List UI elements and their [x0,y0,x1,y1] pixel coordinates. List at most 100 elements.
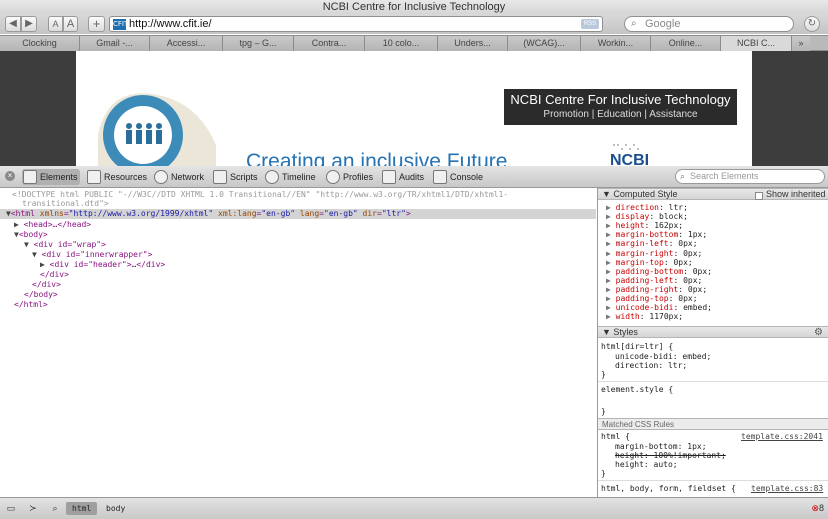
computed-property-row[interactable]: ▶ display: block; [606,212,688,221]
breadcrumb-html[interactable]: html [66,502,98,515]
tab-network[interactable]: Network [153,169,207,185]
html-node[interactable]: ▼<html xmlns="http://www.w3.org/1999/xht… [6,209,411,219]
wrap-node[interactable]: ▼ <div id="wrap"> [24,240,106,250]
rule-selector[interactable]: html, body, form, fieldset { [601,484,736,493]
computed-property-row[interactable]: ▶ margin-right: 0px; [606,249,702,258]
computed-property-row[interactable]: ▶ width: 1170px; [606,312,683,321]
show-inherited-checkbox[interactable] [755,192,763,200]
tab-audits[interactable]: Audits [381,169,427,185]
inspect-search-icon[interactable]: ⌕ [48,502,62,515]
tab-contra[interactable]: Contra... [294,36,365,51]
reload-button[interactable]: ↻ [804,16,820,32]
expand-triangle-icon[interactable]: ▶ [606,267,616,276]
stylesheet-link[interactable]: template.css:83 [751,484,823,493]
tab-unders[interactable]: Unders... [438,36,508,51]
computed-property-row[interactable]: ▶ unicode-bidi: embed; [606,303,712,312]
rule-property[interactable]: direction: ltr; [615,361,687,370]
tab-scripts[interactable]: Scripts [212,169,260,185]
expand-triangle-icon[interactable]: ▼ [24,240,29,249]
add-bookmark-button[interactable]: + [88,16,105,32]
error-count-value: 8 [818,503,824,513]
rule-selector[interactable]: html[dir=ltr] { [601,342,673,351]
text-bigger-button[interactable]: A [63,16,78,32]
div-close-tag[interactable]: </div> [40,270,69,280]
expand-triangle-icon[interactable]: ▶ [606,230,616,239]
expand-triangle-icon[interactable]: ▶ [606,239,616,248]
computed-property-row[interactable]: ▶ height: 162px; [606,221,683,230]
html-close-tag[interactable]: </html> [14,300,48,310]
computed-property-row[interactable]: ▶ margin-bottom: 1px; [606,230,707,239]
styles-header[interactable]: ▼ Styles ⚙ [598,326,828,338]
close-inspector-icon[interactable]: × [5,171,15,181]
tab-10-colo[interactable]: 10 colo... [365,36,438,51]
tab-network-label: Network [171,172,205,182]
computed-property-row[interactable]: ▶ padding-left: 0px; [606,276,702,285]
html-open-tag: <html [10,209,35,218]
tab-gmail[interactable]: Gmail -... [80,36,150,51]
innerwrapper-node[interactable]: ▼ <div id="innerwrapper"> [32,250,152,260]
collapsed-triangle-icon[interactable]: ▶ [14,220,19,229]
search-icon: ⌕ [680,171,686,181]
expand-triangle-icon[interactable]: ▶ [606,212,616,221]
gear-icon[interactable]: ⚙ [814,327,823,338]
tab-tpg[interactable]: tpg – G... [223,36,294,51]
collapsed-triangle-icon[interactable]: ▶ [40,260,45,269]
computed-style-header[interactable]: ▼ Computed Style Show inherited [598,188,828,200]
rule-selector[interactable]: html { [601,432,630,441]
computed-property-row[interactable]: ▶ padding-right: 0px; [606,285,707,294]
google-search-field[interactable]: ⌕ Google [624,16,794,32]
tab-workin[interactable]: Workin... [581,36,651,51]
dock-toggle-icon[interactable]: ▭ [4,502,18,515]
tab-accessi[interactable]: Accessi... [150,36,223,51]
rss-icon[interactable]: RSS [581,19,599,29]
text-smaller-button[interactable]: A [48,16,63,32]
rule-property[interactable]: margin-bottom: 1px; [615,442,707,451]
address-bar[interactable]: CFIT http://www.cfit.ie/ RSS [109,16,603,32]
expand-triangle-icon[interactable]: ▶ [606,294,616,303]
matched-rules-header: Matched CSS Rules [598,418,828,430]
expand-triangle-icon[interactable]: ▼ [32,250,37,259]
computed-property-row[interactable]: ▶ margin-top: 0px; [606,258,693,267]
expand-triangle-icon[interactable]: ▶ [606,276,616,285]
rule-property[interactable]: height: auto; [615,460,678,469]
tab-wcag[interactable]: (WCAG)... [508,36,581,51]
tab-elements[interactable]: Elements [22,169,80,185]
computed-property-row[interactable]: ▶ direction: ltr; [606,203,688,212]
tab-ncbi[interactable]: NCBI C... [721,36,792,51]
body-node[interactable]: ▼<body> [14,230,48,240]
rule-property[interactable]: unicode-bidi: embed; [615,352,711,361]
console-toggle-icon[interactable]: ≻ [26,502,40,515]
back-button[interactable]: ◀ [5,16,21,32]
computed-property-row[interactable]: ▶ padding-bottom: 0px; [606,267,712,276]
doctype-line-cont[interactable]: transitional.dtd"> [22,199,109,209]
element-style-selector[interactable]: element.style { [601,385,673,394]
tabs-overflow-button[interactable]: » [792,36,810,51]
expand-triangle-icon[interactable]: ▶ [606,285,616,294]
forward-button[interactable]: ▶ [21,16,37,32]
expand-triangle-icon[interactable]: ▶ [606,249,616,258]
header-node[interactable]: ▶ <div id="header">…</div> [40,260,165,270]
expand-triangle-icon[interactable]: ▶ [606,258,616,267]
computed-property-row[interactable]: ▶ margin-left: 0px; [606,239,698,248]
div-close-tag[interactable]: </div> [32,280,61,290]
head-node[interactable]: ▶ <head>…</head> [14,220,91,230]
search-elements-field[interactable]: ⌕ Search Elements [675,169,825,184]
expand-triangle-icon[interactable]: ▶ [606,312,616,321]
tab-console[interactable]: Console [432,169,484,185]
expand-triangle-icon[interactable]: ▶ [606,221,616,230]
tab-profiles[interactable]: Profiles [325,169,375,185]
tab-resources[interactable]: Resources [86,169,147,185]
expand-triangle-icon[interactable]: ▶ [606,203,616,212]
tab-clocking[interactable]: Clocking [0,36,80,51]
tab-timeline[interactable]: Timeline [264,169,320,185]
rule-property-overridden[interactable]: height: 100%!important; [615,451,726,460]
error-count[interactable]: ⊗8 [811,502,824,515]
breadcrumb-body[interactable]: body [100,502,131,515]
tab-online[interactable]: Online... [651,36,721,51]
computed-property-row[interactable]: ▶ padding-top: 0px; [606,294,698,303]
stylesheet-link[interactable]: template.css:2041 [741,432,823,441]
expand-triangle-icon[interactable]: ▶ [606,303,616,312]
body-close-tag[interactable]: </body> [24,290,58,300]
attr-name: xml:lang [218,209,257,218]
url-text[interactable]: http://www.cfit.ie/ [129,17,212,31]
